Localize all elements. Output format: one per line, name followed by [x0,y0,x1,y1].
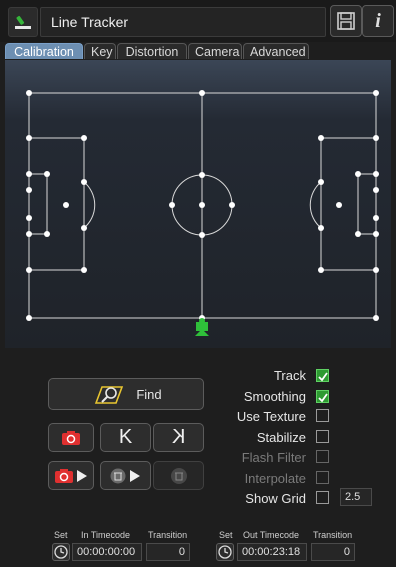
previous-key-icon: K [118,426,133,448]
pitch-view[interactable] [5,60,391,348]
out-timecode-field[interactable]: 00:00:23:18 [237,543,307,561]
show-grid-label: Show Grid [245,491,306,506]
track-checkbox[interactable] [316,369,329,382]
tab-bar: Calibration Key Distortion Camera Advanc… [0,42,396,60]
delete-forward-icon [110,468,140,483]
info-icon: i [375,9,381,32]
out-timecode-label: Out Timecode [243,530,300,540]
next-key-icon: K [171,426,186,448]
set-in-timecode-button[interactable] [52,543,70,561]
header-bar: Line Tracker i [0,0,396,42]
window-title: Line Tracker [51,14,129,30]
stabilize-checkbox[interactable] [316,430,329,443]
out-transition-field[interactable]: 0 [311,543,355,561]
record-forward-button[interactable] [48,461,94,490]
clock-icon [218,545,232,559]
out-transition-label: Transition [313,530,353,540]
in-set-label: Set [54,530,68,540]
grid-size-field[interactable]: 2.5 [340,488,372,506]
check-icon [318,372,328,382]
record-camera-icon [62,430,80,445]
in-timecode-label: In Timecode [81,530,131,540]
in-transition-label: Transition [148,530,188,540]
smoothing-label: Smoothing [243,389,306,404]
info-button[interactable]: i [362,5,394,37]
line-tracker-icon [8,7,38,37]
flash-filter-label: Flash Filter [241,450,306,465]
in-transition-field[interactable]: 0 [146,543,190,561]
use-texture-label: Use Texture [236,409,306,424]
tab-calibration[interactable]: Calibration [5,43,83,59]
set-out-timecode-button[interactable] [216,543,234,561]
smoothing-checkbox[interactable] [316,390,329,403]
pitch-diagram[interactable] [5,60,391,348]
interpolate-checkbox[interactable] [316,471,329,484]
find-label: Find [136,386,162,402]
tab-key[interactable]: Key [84,43,116,59]
find-button[interactable]: Find [48,378,204,410]
record-forward-icon [55,468,87,483]
tab-distortion[interactable]: Distortion [117,43,187,59]
tab-camera[interactable]: Camera [188,43,242,59]
out-set-label: Set [219,530,233,540]
save-button[interactable] [330,5,362,37]
in-timecode-field[interactable]: 00:00:00:00 [72,543,142,561]
save-icon [337,12,355,30]
stabilize-label: Stabilize [256,430,306,445]
trash-icon [170,467,187,484]
clock-icon [54,545,68,559]
tab-advanced[interactable]: Advanced [243,43,309,59]
show-grid-checkbox[interactable] [316,491,329,504]
delete-forward-button[interactable] [100,461,151,490]
set-key-button[interactable] [48,423,94,452]
interpolate-label: Interpolate [244,471,306,486]
title-field[interactable]: Line Tracker [40,7,326,37]
find-icon [95,386,124,404]
track-label: Track [273,368,306,383]
flash-filter-checkbox[interactable] [316,450,329,463]
check-icon [318,393,328,403]
use-texture-checkbox[interactable] [316,409,329,422]
camera-position-icon[interactable] [195,318,209,336]
previous-key-button[interactable]: K [100,423,151,452]
